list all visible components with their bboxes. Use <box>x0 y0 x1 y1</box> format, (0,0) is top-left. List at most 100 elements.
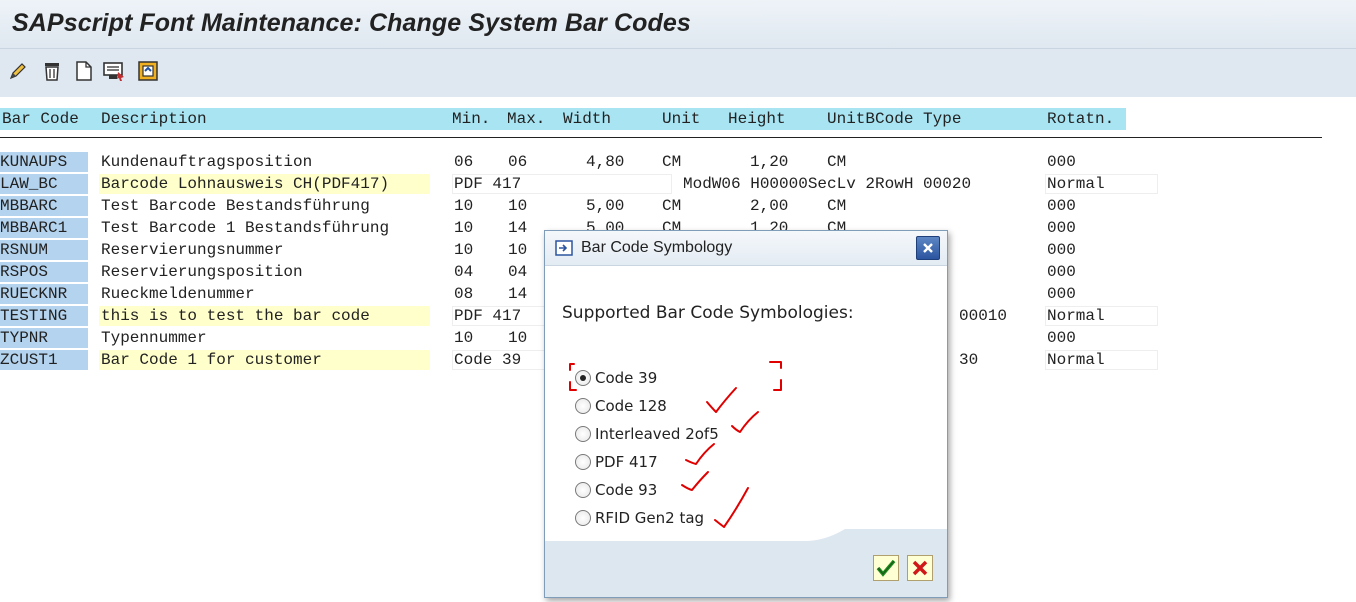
rotation-cell: Normal <box>1047 307 1105 325</box>
dialog-title: Bar Code Symbology <box>581 239 733 256</box>
rotation-cell: 000 <box>1047 219 1076 237</box>
description-cell: Reservierungsnummer <box>101 241 284 259</box>
bar-code-key: MBBARC1 <box>0 218 88 238</box>
min-cell: PDF 417 <box>454 175 522 193</box>
height-cell: 2,00 <box>750 197 789 215</box>
rotation-cell: 000 <box>1047 329 1076 347</box>
radio-button[interactable] <box>575 370 591 386</box>
radio-button[interactable] <box>575 482 591 498</box>
col-header-min[interactable]: Min. <box>452 108 490 130</box>
header-divider <box>0 137 1322 138</box>
table-row[interactable]: KUNAUPS Kundenauftragsposition 06 06 4,80 CM 1… <box>0 152 1160 172</box>
radio-button[interactable] <box>575 398 591 414</box>
col-header-height[interactable]: Height <box>728 108 786 130</box>
unit-cell: ModW06 H00000SecLv 2RowH 00020 <box>683 175 972 193</box>
table-row[interactable]: MBBARC Test Barcode Bestandsführung 10 10 5,… <box>0 196 1160 216</box>
rotation-cell: 000 <box>1047 241 1076 259</box>
radio-button[interactable] <box>575 510 591 526</box>
min-cell: 10 <box>454 329 474 347</box>
unit-cell: CM <box>662 153 682 171</box>
bar-code-key: RUECKNR <box>0 284 88 304</box>
max-cell: 06 <box>508 153 528 171</box>
symbology-option[interactable]: Interleaved 2of5 <box>575 423 719 445</box>
option-label: Code 93 <box>595 481 658 499</box>
option-label: Code 39 <box>595 369 658 387</box>
option-label: PDF 417 <box>595 453 658 471</box>
rotation-cell: 000 <box>1047 197 1076 215</box>
symbology-option[interactable]: Code 128 <box>575 395 667 417</box>
col-header-rotatn[interactable]: Rotatn. <box>1047 108 1114 130</box>
description-cell: Test Barcode 1 Bestandsführung <box>101 219 390 237</box>
option-label: Interleaved 2of5 <box>595 425 719 443</box>
description-cell: Kundenauftragsposition <box>101 153 313 171</box>
bcode-type-cell: 30 <box>959 351 979 369</box>
bar-code-key: TESTING <box>0 306 88 326</box>
col-header-unit[interactable]: Unit <box>662 108 700 130</box>
bar-code-key: TYPNR <box>0 328 88 348</box>
dialog-title-bar: Bar Code Symbology <box>545 231 947 266</box>
radio-button[interactable] <box>575 454 591 470</box>
max-cell: 10 <box>508 241 528 259</box>
max-cell: 10 <box>508 197 528 215</box>
description-cell: this is to test the bar code <box>101 307 370 325</box>
symbology-option[interactable]: Code 93 <box>575 479 657 501</box>
bcode-type-cell: 00010 <box>959 307 1008 325</box>
transport-button[interactable] <box>136 59 160 83</box>
dialog-close-button[interactable] <box>916 236 940 260</box>
dialog-heading: Supported Bar Code Symbologies: <box>562 303 854 323</box>
bar-code-key: RSPOS <box>0 262 88 282</box>
change-button[interactable] <box>6 59 30 83</box>
max-cell: 14 <box>508 285 528 303</box>
unit2-cell: CM <box>827 153 847 171</box>
col-header-bar-code[interactable]: Bar Code <box>2 108 79 130</box>
min-cell: 10 <box>454 219 474 237</box>
col-header-unit-bcode-type[interactable]: UnitBCode Type <box>827 108 961 130</box>
width-cell: 5,00 <box>586 197 625 215</box>
min-cell: 06 <box>454 153 474 171</box>
max-cell: 14 <box>508 219 528 237</box>
cancel-x-icon <box>912 560 928 576</box>
rotation-cell: 000 <box>1047 263 1076 281</box>
window-title: SAPscript Font Maintenance: Change Syste… <box>12 9 691 37</box>
symbology-option[interactable]: RFID Gen2 tag <box>575 507 704 529</box>
unit2-cell: CM <box>827 197 847 215</box>
option-label: Code 128 <box>595 397 667 415</box>
min-cell: 04 <box>454 263 474 281</box>
min-cell: 08 <box>454 285 474 303</box>
min-cell: PDF 417 <box>454 307 522 325</box>
description-cell: Rueckmeldenummer <box>101 285 255 303</box>
display-button[interactable] <box>102 59 126 83</box>
width-cell: 4,80 <box>586 153 625 171</box>
new-document-icon <box>76 61 92 81</box>
dialog-window-icon <box>555 240 573 256</box>
bar-code-key: ZCUST1 <box>0 350 88 370</box>
bar-code-key: RSNUM <box>0 240 88 260</box>
bar-code-key: MBBARC <box>0 196 88 216</box>
transport-icon <box>138 61 158 81</box>
bar-code-symbology-dialog: Bar Code Symbology Supported Bar Code Sy… <box>544 230 948 598</box>
col-header-width[interactable]: Width <box>563 108 611 130</box>
bar-code-key: LAW_BC <box>0 174 88 194</box>
description-cell: Test Barcode Bestandsführung <box>101 197 370 215</box>
pencil-icon <box>9 63 26 80</box>
col-header-description[interactable]: Description <box>101 108 207 130</box>
delete-button[interactable] <box>40 59 64 83</box>
description-cell: Typennummer <box>101 329 207 347</box>
option-label: RFID Gen2 tag <box>595 509 705 527</box>
rotation-cell: 000 <box>1047 285 1076 303</box>
rotation-cell: Normal <box>1047 175 1105 193</box>
footer-curve <box>545 529 947 547</box>
table-row[interactable]: LAW_BC Barcode Lohnausweis CH(PDF417) PDF … <box>0 174 1160 194</box>
description-cell: Barcode Lohnausweis CH(PDF417) <box>101 175 390 193</box>
description-cell: Reservierungsposition <box>101 263 303 281</box>
col-header-max[interactable]: Max. <box>507 108 545 130</box>
cancel-button[interactable] <box>907 555 933 581</box>
radio-button[interactable] <box>575 426 591 442</box>
symbology-option[interactable]: PDF 417 <box>575 451 658 473</box>
symbology-option[interactable]: Code 39 <box>575 367 657 389</box>
ok-button[interactable] <box>873 555 899 581</box>
new-entry-button[interactable] <box>72 59 96 83</box>
description-cell: Bar Code 1 for customer <box>101 351 322 369</box>
display-icon <box>103 62 124 81</box>
min-cell: Code 39 <box>454 351 522 369</box>
